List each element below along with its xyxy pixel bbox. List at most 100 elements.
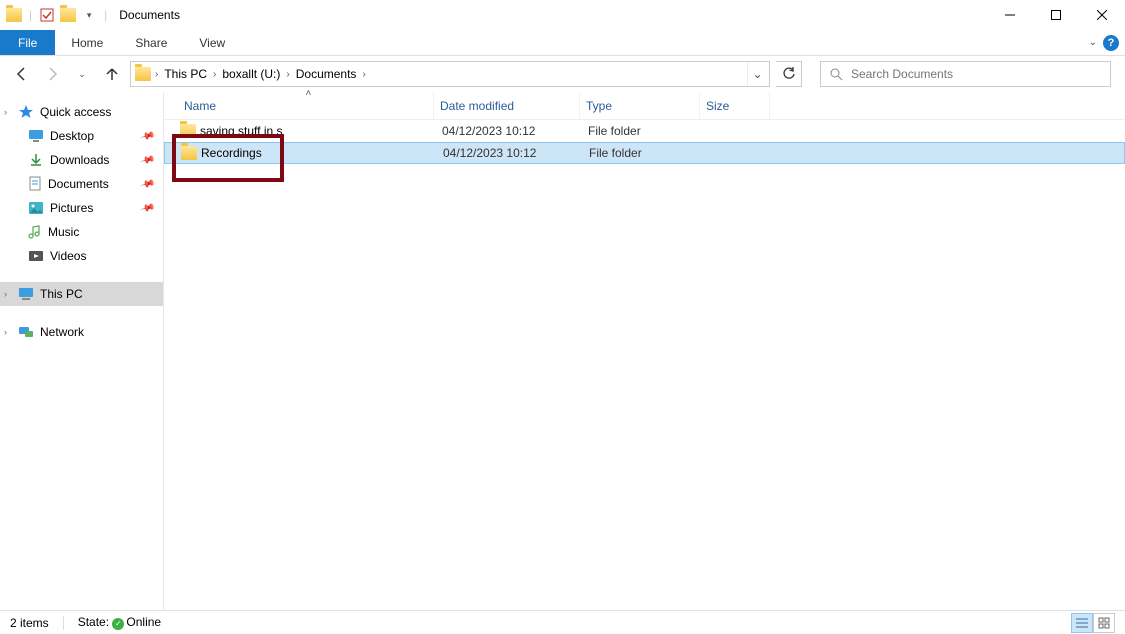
desktop-icon	[28, 129, 44, 143]
column-type[interactable]: Type	[580, 92, 700, 119]
search-input[interactable]	[851, 67, 1102, 81]
breadcrumb[interactable]: boxallt (U:)	[218, 67, 284, 81]
up-button[interactable]	[100, 62, 124, 86]
titlebar: | ▾ | Documents	[0, 0, 1125, 30]
close-button[interactable]	[1079, 0, 1125, 30]
chevron-right-icon[interactable]: ›	[4, 289, 7, 299]
folder-icon	[4, 8, 24, 22]
network-icon	[18, 325, 34, 339]
column-date[interactable]: Date modified	[434, 92, 580, 119]
ribbon-tab-home[interactable]: Home	[55, 30, 119, 55]
sidebar-group-network: › Network	[0, 320, 163, 344]
column-name[interactable]: Name ˄	[178, 92, 434, 119]
properties-icon[interactable]	[37, 8, 57, 22]
file-row[interactable]: saving stuff in s 04/12/2023 10:12 File …	[164, 120, 1125, 142]
star-icon	[18, 104, 34, 120]
sidebar-item-label: Downloads	[50, 153, 109, 167]
cell-date: 04/12/2023 10:12	[434, 124, 580, 138]
status-item-count: 2 items	[10, 616, 49, 630]
online-icon: ✓	[112, 618, 124, 630]
view-toggles	[1071, 613, 1115, 633]
main-area: › Quick access Desktop 📌 Downloads 📌 Doc…	[0, 92, 1125, 610]
address-dropdown-icon[interactable]: ⌄	[747, 62, 767, 86]
nav-pane: › Quick access Desktop 📌 Downloads 📌 Doc…	[0, 92, 164, 610]
chevron-right-icon[interactable]: ›	[284, 69, 291, 80]
file-tab[interactable]: File	[0, 30, 55, 55]
search-icon	[829, 67, 843, 81]
sidebar-item-label: Music	[48, 225, 79, 239]
sidebar-item-music[interactable]: Music	[0, 220, 163, 244]
chevron-right-icon[interactable]: ›	[153, 69, 160, 80]
search-box[interactable]	[820, 61, 1111, 87]
folder-icon	[133, 64, 153, 84]
chevron-right-icon[interactable]: ›	[360, 69, 367, 80]
sidebar-item-videos[interactable]: Videos	[0, 244, 163, 268]
cell-type: File folder	[581, 146, 701, 160]
cell-name: Recordings	[179, 146, 435, 160]
videos-icon	[28, 249, 44, 263]
details-view-button[interactable]	[1071, 613, 1093, 633]
file-name: saving stuff in s	[200, 124, 283, 138]
chevron-right-icon[interactable]: ›	[4, 327, 7, 337]
breadcrumb[interactable]: Documents	[292, 67, 361, 81]
downloads-icon	[28, 152, 44, 168]
sidebar-item-label: This PC	[40, 287, 83, 301]
sidebar-item-documents[interactable]: Documents 📌	[0, 172, 163, 196]
cell-name: saving stuff in s	[178, 124, 434, 138]
state-label: State:	[78, 615, 109, 629]
sidebar-item-label: Videos	[50, 249, 86, 263]
nav-bar: ⌄ › This PC › boxallt (U:) › Documents ›…	[0, 56, 1125, 92]
ribbon-tab-view[interactable]: View	[183, 30, 241, 55]
sidebar-quick-access[interactable]: › Quick access	[0, 100, 163, 124]
column-label: Name	[184, 99, 216, 113]
cell-type: File folder	[580, 124, 700, 138]
ribbon-collapse-icon[interactable]: ⌄	[1089, 37, 1097, 48]
sidebar-item-label: Pictures	[50, 201, 93, 215]
column-headers: Name ˄ Date modified Type Size	[164, 92, 1125, 120]
computer-icon	[18, 287, 34, 301]
sort-indicator-icon: ˄	[306, 88, 312, 99]
file-list: Name ˄ Date modified Type Size saving st…	[164, 92, 1125, 610]
forward-button[interactable]	[40, 62, 64, 86]
sidebar-item-downloads[interactable]: Downloads 📌	[0, 148, 163, 172]
sidebar-item-label: Network	[40, 325, 84, 339]
ribbon-right: ⌄ ?	[1089, 30, 1125, 55]
pin-icon: 📌	[139, 128, 155, 144]
status-bar: 2 items State: ✓Online	[0, 610, 1125, 634]
sidebar-this-pc[interactable]: › This PC	[0, 282, 163, 306]
back-button[interactable]	[10, 62, 34, 86]
refresh-button[interactable]	[776, 61, 802, 87]
quick-access-toolbar: | ▾ |	[4, 8, 111, 22]
state-value: Online	[126, 615, 161, 629]
new-folder-icon[interactable]	[58, 8, 78, 22]
thumbnails-view-button[interactable]	[1093, 613, 1115, 633]
folder-icon	[180, 124, 196, 138]
minimize-button[interactable]	[987, 0, 1033, 30]
file-row[interactable]: Recordings 04/12/2023 10:12 File folder	[164, 142, 1125, 164]
sidebar-group-this-pc: › This PC	[0, 282, 163, 306]
separator: |	[29, 8, 32, 22]
sidebar-item-pictures[interactable]: Pictures 📌	[0, 196, 163, 220]
pictures-icon	[28, 201, 44, 215]
ribbon: File Home Share View ⌄ ?	[0, 30, 1125, 56]
maximize-button[interactable]	[1033, 0, 1079, 30]
sidebar-item-label: Documents	[48, 177, 109, 191]
sidebar-network[interactable]: › Network	[0, 320, 163, 344]
chevron-right-icon[interactable]: ›	[4, 107, 7, 117]
file-rows: saving stuff in s 04/12/2023 10:12 File …	[164, 120, 1125, 164]
breadcrumb[interactable]: This PC	[160, 67, 211, 81]
folder-icon	[181, 146, 197, 160]
window-title: Documents	[119, 8, 180, 22]
recent-dropdown-icon[interactable]: ⌄	[70, 62, 94, 86]
chevron-right-icon[interactable]: ›	[211, 69, 218, 80]
ribbon-tab-share[interactable]: Share	[119, 30, 183, 55]
column-size[interactable]: Size	[700, 92, 770, 119]
separator	[63, 616, 64, 630]
help-icon[interactable]: ?	[1103, 35, 1119, 51]
address-bar[interactable]: › This PC › boxallt (U:) › Documents › ⌄	[130, 61, 770, 87]
music-icon	[28, 224, 42, 240]
pin-icon: 📌	[139, 176, 155, 192]
qat-dropdown-icon[interactable]: ▾	[79, 10, 99, 21]
sidebar-item-desktop[interactable]: Desktop 📌	[0, 124, 163, 148]
documents-icon	[28, 176, 42, 192]
